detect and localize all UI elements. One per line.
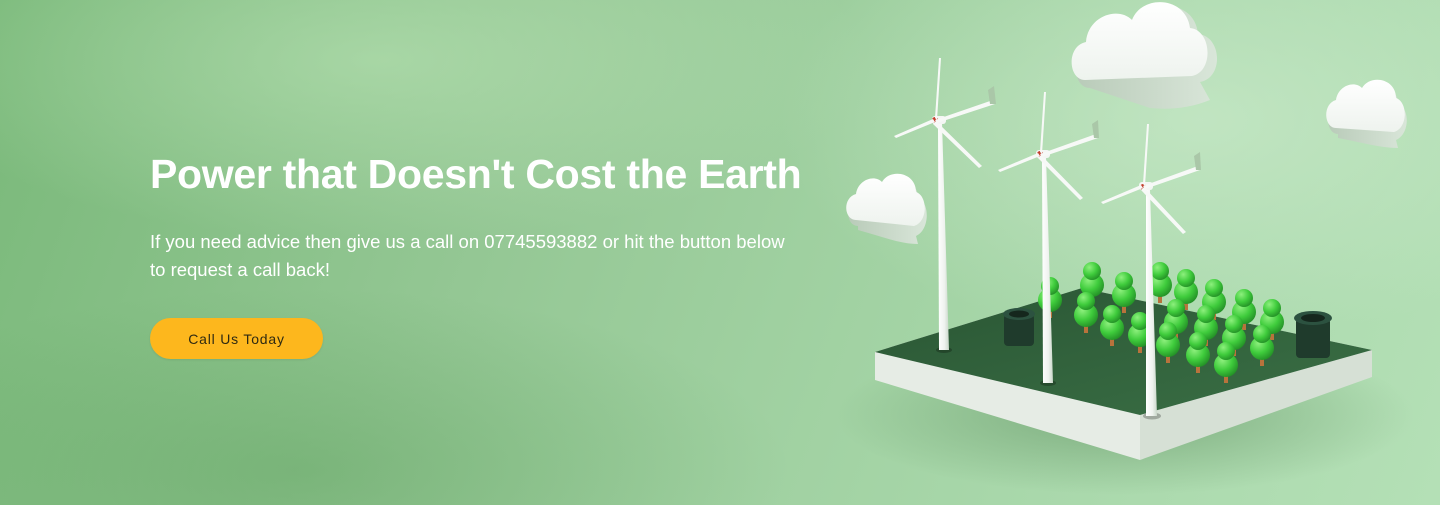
cloud-icon: [1071, 2, 1218, 109]
cloud-icon: [1326, 79, 1407, 148]
planter: [1294, 311, 1332, 358]
hero-subtext: If you need advice then give us a call o…: [150, 231, 785, 280]
hero-headline: Power that Doesn't Cost the Earth: [150, 151, 802, 197]
cloud-icon: [846, 173, 927, 244]
planter: [1003, 308, 1035, 346]
call-us-today-button[interactable]: Call Us Today: [150, 318, 323, 359]
hero-banner: Power that Doesn't Cost the Earth If you…: [0, 0, 1440, 505]
hero-content: Power that Doesn't Cost the Earth If you…: [150, 148, 850, 359]
wind-farm-illustration: [835, 2, 1415, 495]
